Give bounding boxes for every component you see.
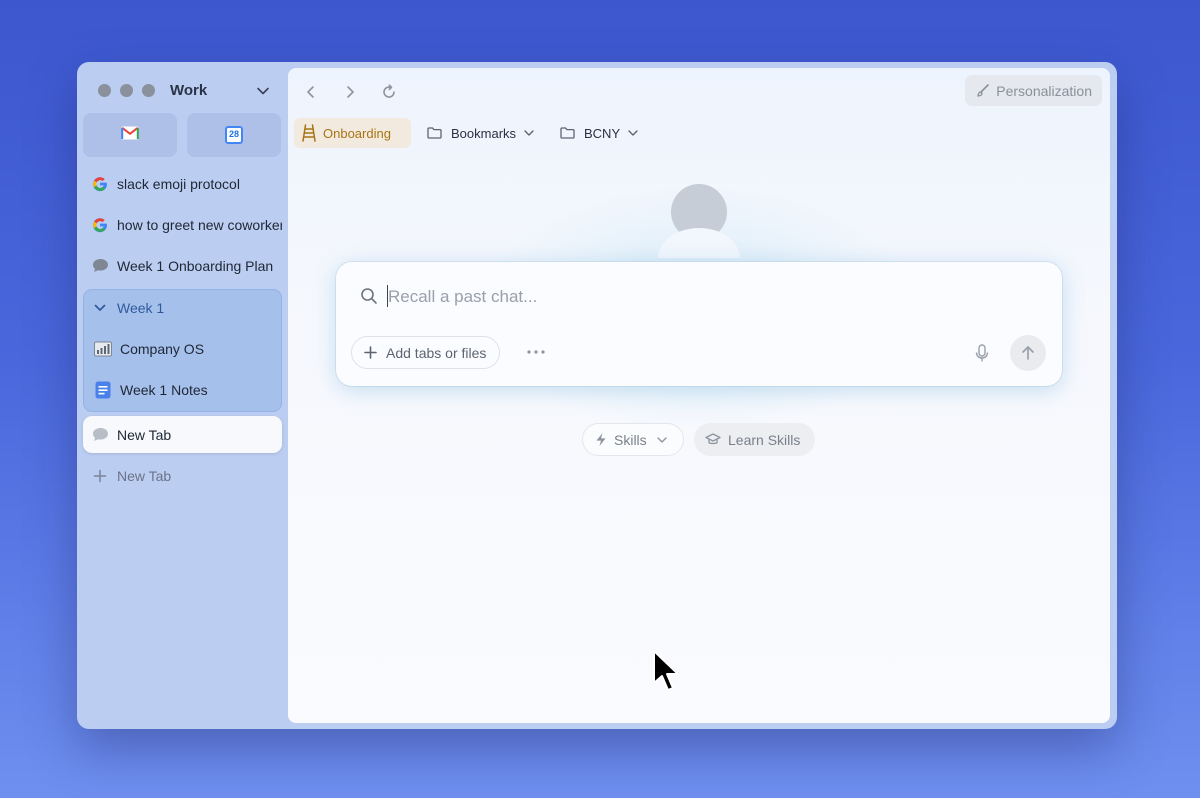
chevron-down-icon	[91, 299, 109, 317]
sidebar-tab-active[interactable]: New Tab	[83, 416, 282, 453]
add-tabs-button[interactable]: Add tabs or files	[351, 336, 501, 369]
pinned-tab-gmail[interactable]	[83, 113, 177, 157]
chevron-down-icon	[627, 127, 639, 139]
search-icon	[360, 287, 378, 305]
personalization-label: Personalization	[996, 82, 1092, 99]
chevron-down-icon	[656, 434, 668, 446]
reload-icon	[383, 84, 395, 98]
graduation-cap-icon	[705, 433, 721, 446]
learn-skills-button[interactable]: Learn Skills	[694, 423, 815, 456]
calendar-icon: 28	[225, 126, 243, 144]
more-options-icon[interactable]	[525, 344, 547, 360]
chart-icon	[94, 340, 112, 358]
minimize-window-button[interactable]	[120, 84, 133, 97]
sidebar-tab-label: slack emoji protocol	[117, 175, 240, 192]
forward-button[interactable]	[338, 80, 362, 104]
chat-card: Recall a past chat... Add tabs or files	[336, 262, 1062, 386]
folder-item-label: Company OS	[120, 340, 205, 357]
skills-dropdown[interactable]: Skills	[582, 423, 684, 456]
chevron-down-icon	[523, 127, 535, 139]
back-button[interactable]	[299, 80, 323, 104]
pinned-tab-calendar[interactable]: 28	[187, 113, 281, 157]
chevron-down-icon[interactable]	[255, 83, 271, 99]
sidebar-tab-label: Week 1 Onboarding Plan	[117, 257, 274, 274]
search-input[interactable]: Recall a past chat...	[388, 287, 537, 307]
browser-window: Work 28 slack emoji protocol how to gree…	[77, 62, 1117, 729]
ladder-icon	[302, 124, 316, 142]
lightning-icon	[595, 432, 607, 447]
sidebar: Work 28 slack emoji protocol how to gree…	[77, 62, 288, 729]
sidebar-tab[interactable]: Week 1 Onboarding Plan	[83, 247, 282, 284]
zoom-window-button[interactable]	[142, 84, 155, 97]
folder-item-label: Week 1 Notes	[120, 381, 208, 398]
sidebar-tab-label: New Tab	[117, 426, 172, 443]
folder-icon	[427, 127, 442, 139]
learn-skills-label: Learn Skills	[728, 431, 801, 448]
chevron-right-icon	[347, 86, 354, 98]
bookmark-onboarding[interactable]: Onboarding	[294, 118, 411, 148]
folder-item[interactable]: Week 1 Notes	[83, 371, 282, 408]
chevron-left-icon	[307, 86, 314, 98]
sidebar-tab[interactable]: how to greet new coworkers	[83, 206, 282, 243]
add-tabs-label: Add tabs or files	[386, 344, 487, 361]
bookmark-label: BCNY	[584, 125, 621, 141]
plus-icon	[91, 467, 109, 485]
reload-button[interactable]	[377, 80, 401, 104]
folder-item[interactable]: Company OS	[83, 330, 282, 367]
close-window-button[interactable]	[98, 84, 111, 97]
bookmark-label: Bookmarks	[451, 125, 517, 141]
folder-name: Week 1	[117, 299, 165, 316]
mouse-cursor-icon	[652, 649, 682, 695]
chat-bubble-icon	[91, 426, 109, 444]
send-button[interactable]	[1010, 335, 1046, 371]
personalization-button[interactable]: Personalization	[965, 75, 1102, 106]
brush-icon	[975, 83, 990, 98]
plus-icon	[364, 346, 377, 359]
calendar-day: 28	[228, 129, 239, 139]
sidebar-tab[interactable]: slack emoji protocol	[83, 165, 282, 202]
folder-icon	[560, 127, 575, 139]
bookmark-folder-bookmarks[interactable]: Bookmarks	[427, 118, 535, 148]
new-tab-button[interactable]: New Tab	[83, 457, 282, 494]
doc-icon	[94, 381, 112, 399]
content-area: Personalization Onboarding Bookmarks BCN…	[288, 68, 1110, 723]
skills-label: Skills	[614, 431, 647, 448]
google-icon	[91, 175, 109, 193]
space-name[interactable]: Work	[170, 82, 207, 99]
bookmark-label: Onboarding	[323, 125, 391, 141]
folder-header[interactable]: Week 1	[83, 289, 282, 326]
bookmark-folder-bcny[interactable]: BCNY	[560, 118, 639, 148]
arrow-up-icon	[1022, 346, 1034, 360]
gmail-icon	[121, 126, 139, 145]
google-icon	[91, 216, 109, 234]
microphone-icon[interactable]	[972, 342, 992, 364]
sidebar-tab-label: how to greet new coworkers	[117, 216, 282, 233]
chat-bubble-icon	[91, 257, 109, 275]
new-tab-label: New Tab	[117, 467, 172, 484]
